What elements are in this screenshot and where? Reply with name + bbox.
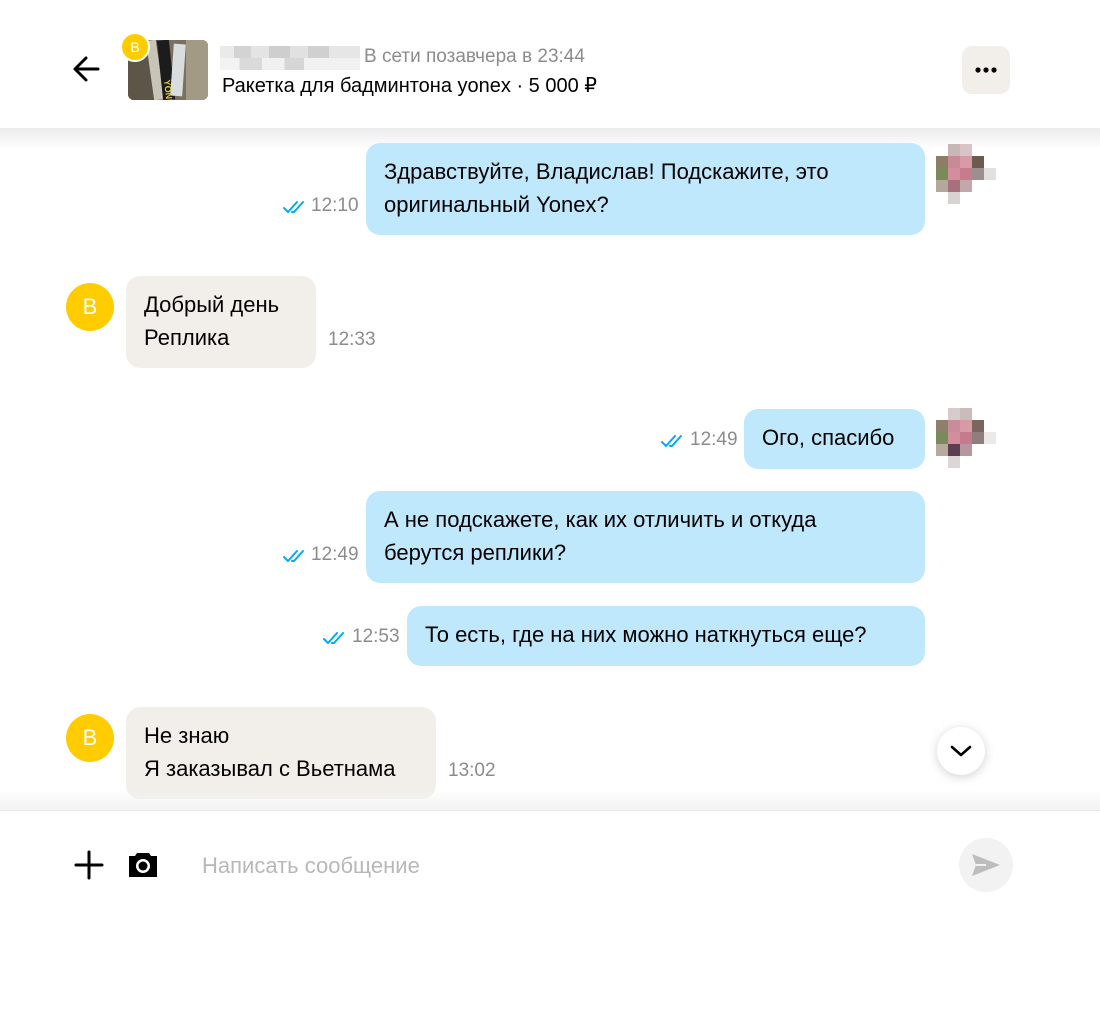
arrow-left-icon (73, 56, 100, 82)
camera-icon (129, 853, 157, 877)
message-time: 12:53 (352, 626, 400, 647)
chevron-down-icon (950, 745, 972, 757)
read-checkmarks-icon (283, 550, 304, 562)
message-text-line: Ого, спасибо (762, 425, 895, 450)
more-menu-button[interactable] (962, 46, 1010, 94)
message-bubble-outgoing[interactable]: Здравствуйте, Владислав! Подскажите, это… (366, 143, 925, 235)
seller-avatar[interactable]: В (66, 714, 114, 762)
online-status: В сети позавчера в 23:44 (364, 46, 585, 67)
message-text-line: Добрый день (144, 292, 280, 317)
seller-avatar[interactable]: В (66, 283, 114, 331)
message-time: 12:10 (311, 195, 359, 216)
chat-header: YONEX В В сети позавчера в 23:44 Ракетка… (0, 0, 1100, 128)
message-time: 12:49 (311, 544, 359, 565)
message-bubble-outgoing[interactable]: А не подскажете, как их отличить и откуд… (366, 491, 925, 583)
send-icon (972, 854, 1000, 876)
more-horizontal-icon (975, 67, 997, 73)
item-title[interactable]: Ракетка для бадминтона yonex · 5 000 ₽ (222, 73, 597, 98)
read-checkmarks-icon (323, 632, 344, 644)
message-time: 12:49 (690, 429, 738, 450)
camera-button[interactable] (126, 848, 160, 882)
message-bubble-outgoing[interactable]: Ого, спасибо (744, 409, 925, 469)
message-bubble-incoming[interactable]: Не знаю Я заказывал с Вьетнама (126, 707, 436, 799)
message-text-line: А не подскажете, как их отличить и откуд… (384, 507, 817, 532)
my-avatar (936, 408, 996, 468)
message-input[interactable] (200, 846, 944, 886)
seller-avatar-badge: В (120, 32, 150, 62)
message-text-line: оригинальный Yonex? (384, 192, 609, 217)
message-time: 13:02 (448, 760, 496, 781)
read-checkmarks-icon (661, 435, 682, 447)
avatar-letter: В (82, 294, 98, 319)
list-bottom-fade (0, 790, 1100, 810)
message-text-line: То есть, где на них можно наткнуться еще… (425, 622, 867, 647)
send-button[interactable] (959, 838, 1013, 892)
message-text-line: Не знаю (144, 723, 230, 748)
seller-name-redacted[interactable] (220, 46, 360, 70)
svg-text:YONEX: YONEX (162, 79, 175, 100)
message-bubble-incoming[interactable]: Добрый день Реплика (126, 276, 316, 368)
avatar-letter: В (82, 725, 98, 750)
message-composer (0, 810, 1100, 1011)
message-text-line: Я заказывал с Вьетнама (144, 756, 396, 781)
message-time: 12:33 (328, 329, 376, 350)
message-bubble-outgoing[interactable]: То есть, где на них можно наткнуться еще… (407, 606, 925, 666)
attach-button[interactable] (72, 848, 106, 882)
back-button[interactable] (70, 52, 104, 86)
plus-icon (74, 850, 104, 880)
my-avatar (936, 144, 996, 204)
message-text-line: Здравствуйте, Владислав! Подскажите, это (384, 159, 829, 184)
message-text-line: Реплика (144, 325, 230, 350)
seller-badge-letter: В (130, 39, 140, 55)
scroll-to-bottom-button[interactable] (937, 727, 985, 775)
read-checkmarks-icon (283, 201, 304, 213)
message-text-line: берутся реплики? (384, 540, 567, 565)
